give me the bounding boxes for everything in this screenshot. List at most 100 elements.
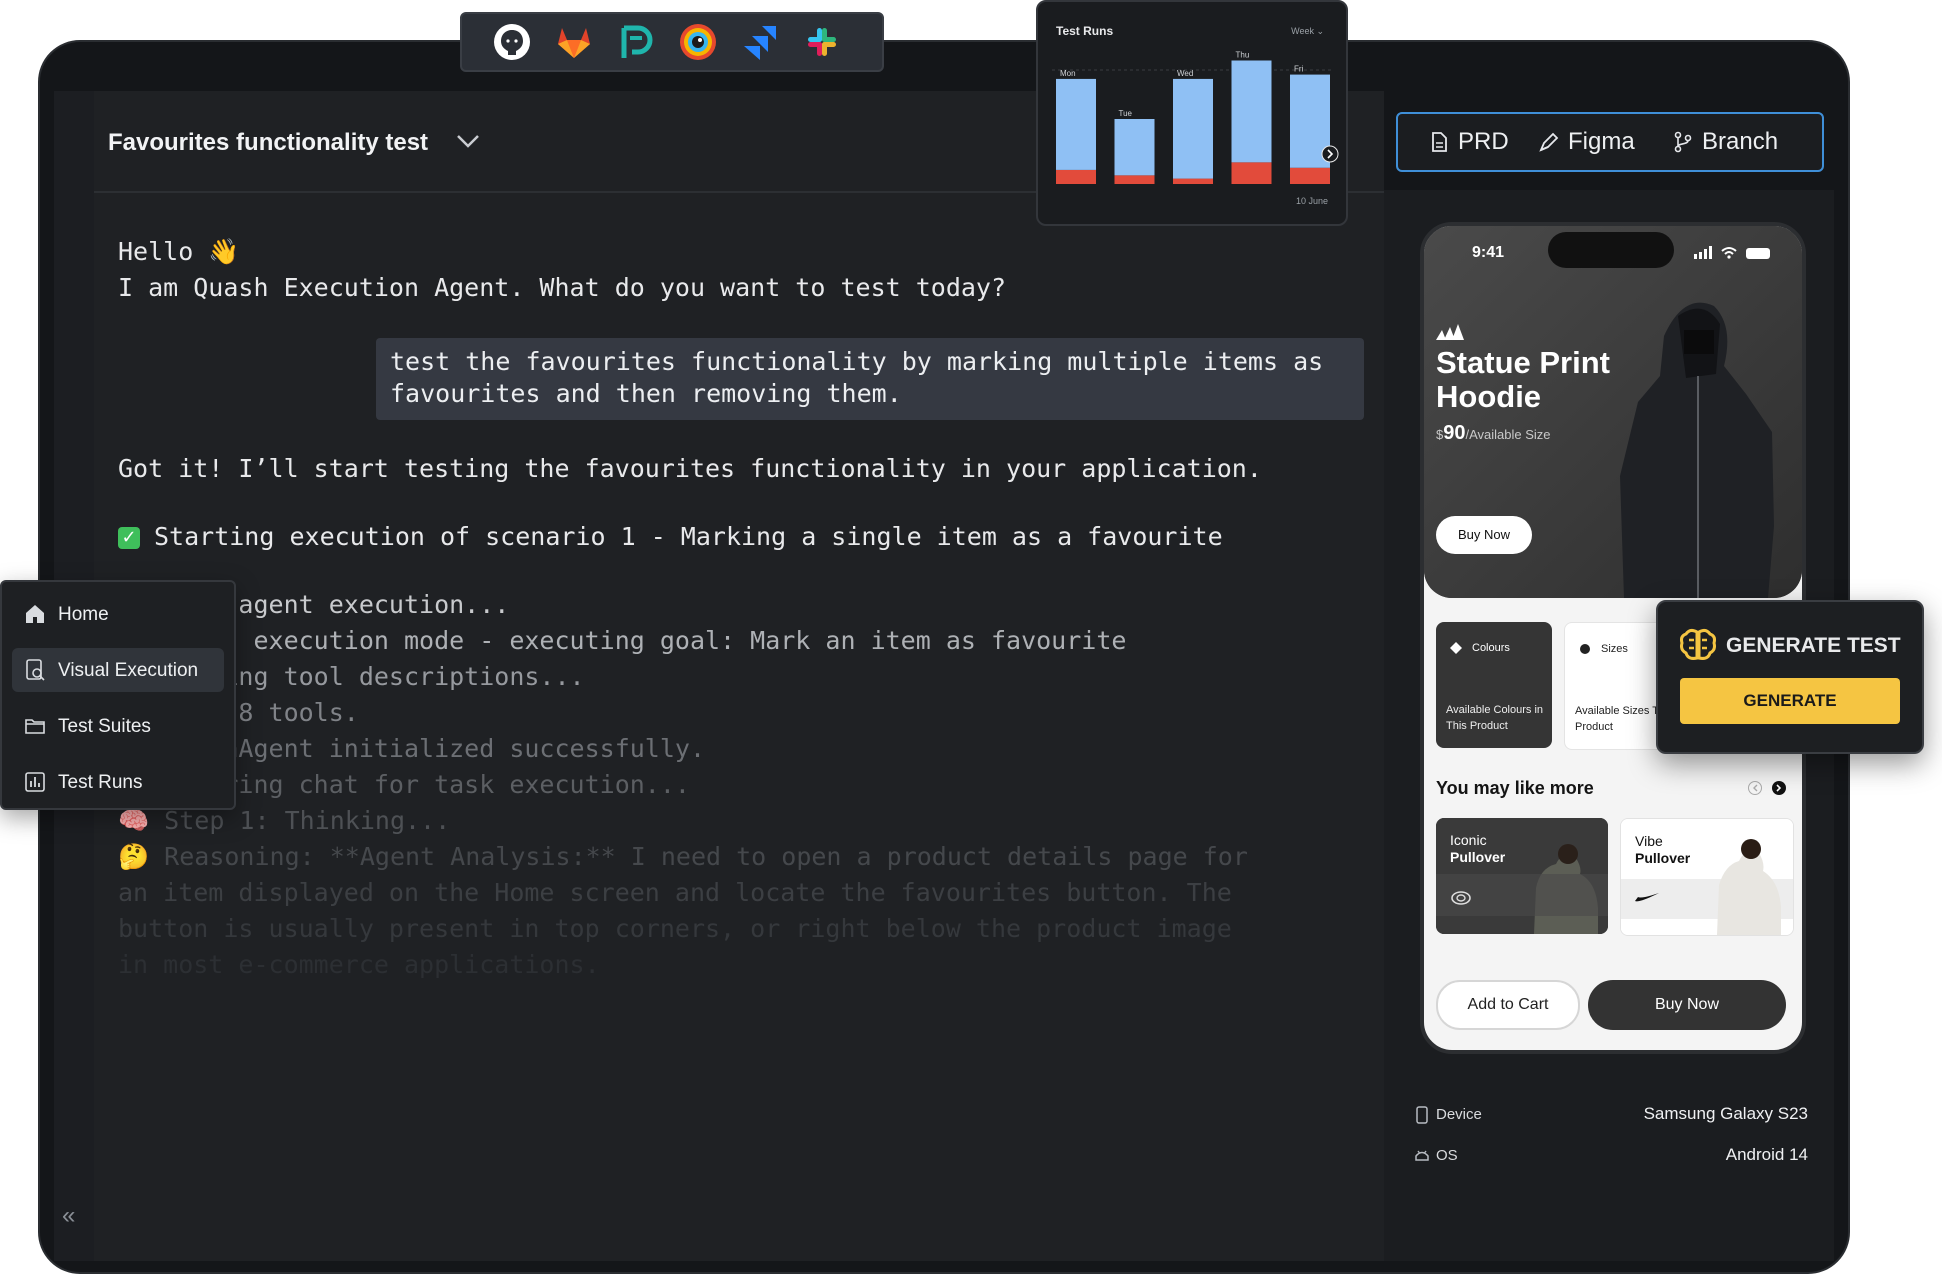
bar-passed-wed[interactable] [1173,78,1213,179]
bar-label: Mon [1060,69,1076,78]
generate-test-title: GENERATE TEST [1726,634,1901,657]
figma-label: Figma [1568,128,1635,155]
product-title: Statue Print Hoodie [1436,345,1610,414]
figma-link[interactable]: Figma [1538,128,1635,156]
bar-passed-tue[interactable] [1114,119,1155,176]
product-name-line: Vibe [1635,833,1663,849]
product-card-vibe[interactable]: Vibe Pullover [1620,818,1794,936]
resource-links: PRD Figma Branch [1396,112,1824,172]
size-icon [1580,644,1590,654]
product-card-iconic[interactable]: Iconic Pullover [1436,818,1608,934]
os-label: OS [1436,1147,1458,1164]
collapse-sidebar-icon[interactable]: « [62,1204,82,1228]
product-name-line: Pullover [1635,850,1691,866]
git-branch-icon [1674,131,1692,153]
test-runs-icon [25,772,45,792]
android-icon [1415,1150,1429,1161]
brand-logo-icon [1451,891,1471,905]
document-icon [1432,132,1447,152]
log-line: 🤔 Reasoning: **Agent Analysis:** I need … [118,842,1248,871]
scenario-text: Starting execution of scenario 1 - Marki… [154,522,1223,551]
bar-failed-wed[interactable] [1173,178,1213,184]
bar-failed-tue[interactable] [1114,175,1155,184]
branch-label: Branch [1702,128,1779,155]
bar-label: Wed [1177,69,1193,78]
page-title: Favourites functionality test [108,129,429,156]
product-name-line: Pullover [1450,849,1506,865]
dynamic-island [1548,232,1674,268]
carousel-arrows[interactable] [1748,780,1788,796]
nav-item-home[interactable]: Home [12,592,224,636]
bar-label: Thu [1236,51,1250,60]
section-title: You may like more [1436,778,1594,798]
phone-icon [1416,1106,1428,1124]
buy-now-button[interactable]: Buy Now [1588,980,1786,1030]
brain-icon [1680,628,1716,660]
bar-passed-thu[interactable] [1231,60,1272,163]
colours-card[interactable]: Colours Available Colours in This Produc… [1436,622,1552,748]
jira-logo-icon[interactable] [740,22,780,62]
swoosh-icon [1635,893,1659,902]
add-to-cart-button[interactable]: Add to Cart [1436,980,1580,1030]
colours-title: Colours [1472,642,1510,654]
price-value: 90 [1443,422,1466,444]
nav-item-visual-execution[interactable]: Visual Execution [12,648,224,692]
agent-reply: Got it! I’ll start testing the favourite… [118,454,1262,483]
gitlab-logo-icon[interactable] [554,22,594,62]
integrations-toolbar [460,12,884,72]
drop-icon [1450,642,1462,654]
hero-buy-now-button[interactable]: Buy Now [1436,516,1532,554]
product-name-line: Iconic [1450,832,1487,848]
log-line: in most e-commerce applications. [118,950,600,979]
user-message: test the favourites functionality by mar… [376,338,1364,420]
price-suffix: /Available Size [1465,427,1551,442]
visual-execution-icon [26,659,45,681]
nav-item-test-runs[interactable]: Test Runs [12,760,224,804]
chart-date: 10 June [1295,196,1328,206]
log-line: an item displayed on the Home screen and… [118,878,1232,907]
generate-test-card: GENERATE TEST GENERATE [1656,600,1924,754]
home-icon [26,605,44,623]
nav-label: Test Suites [58,716,151,737]
log-line: button is usually present in top corners… [118,914,1232,943]
product-hero: 9:41 Statue Print Hoodie $90/Available S… [1424,226,1802,598]
branch-link[interactable]: Branch [1672,128,1778,156]
bar-label: Tue [1119,109,1133,118]
log-line: t execution mode - executing goal: Mark … [118,626,1127,655]
device-label: Device [1436,1106,1482,1123]
os-value: Android 14 [1725,1145,1808,1164]
linear-logo-icon[interactable] [616,22,656,62]
navigation-menu: Home Visual Execution Test Suites Test R… [0,580,236,810]
nav-item-test-suites[interactable]: Test Suites [12,704,224,748]
chat-panel: Favourites functionality test Hello 👋 I … [94,91,1384,1261]
product-price: $90/Available Size [1436,422,1551,445]
bar-failed-fri[interactable] [1290,167,1330,184]
bar-passed-mon[interactable] [1056,78,1096,170]
product-name: Vibe Pullover [1635,833,1690,867]
prd-label: PRD [1458,128,1509,155]
chevron-down-icon[interactable] [454,129,482,153]
test-runs-chart: Mon Tue Wed Thu Fri [1052,51,1339,184]
prd-link[interactable]: PRD [1428,128,1509,156]
status-icons [1694,246,1770,259]
os-info-row: OS Android 14 [1414,1143,1808,1171]
nav-label: Test Runs [58,772,143,793]
user-message-line: test the favourites functionality by mar… [390,347,1324,376]
slack-logo-icon[interactable] [802,22,842,62]
pen-icon [1539,132,1559,152]
browserstack-logo-icon[interactable] [678,22,718,62]
sizes-title: Sizes [1601,643,1628,655]
greeting-text: Hello 👋 [118,237,240,266]
nav-label: Visual Execution [58,660,199,681]
nav-label: Home [58,604,109,625]
product-name: Iconic Pullover [1450,832,1505,866]
bar-failed-mon[interactable] [1056,169,1096,184]
device-info-row: Device Samsung Galaxy S23 [1414,1102,1808,1130]
chart-next-arrow-icon[interactable] [1321,145,1339,163]
bar-failed-thu[interactable] [1231,162,1272,184]
checkmark-icon: ✓ [118,527,140,549]
scenario-status: ✓ Starting execution of scenario 1 - Mark… [118,519,1223,555]
generate-button[interactable]: GENERATE [1680,678,1900,724]
intro-text: I am Quash Execution Agent. What do you … [118,273,1007,302]
github-logo-icon[interactable] [492,22,532,62]
